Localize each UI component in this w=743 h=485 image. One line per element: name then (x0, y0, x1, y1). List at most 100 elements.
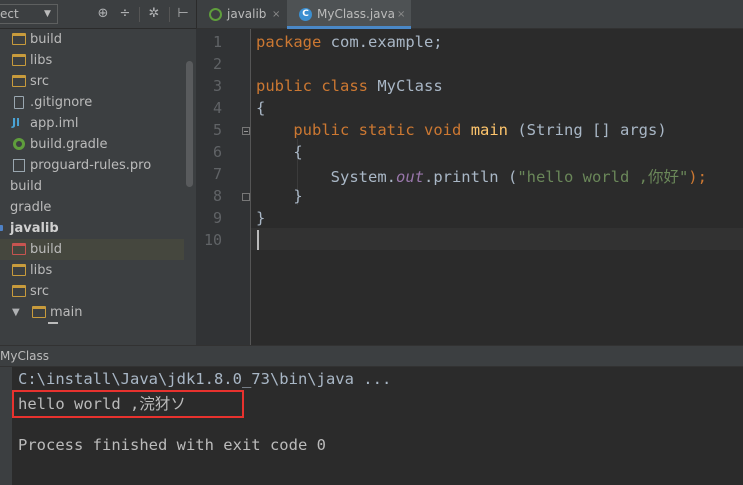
tree-item-gradle[interactable]: gradle (0, 197, 184, 218)
tree-scrollbar[interactable] (184, 29, 196, 345)
code-text: } (293, 187, 303, 205)
folder-icon (12, 75, 26, 87)
toolbar-divider (169, 7, 170, 22)
console-line: C:\install\Java\jdk1.8.0_73\bin\java ... (18, 370, 392, 388)
tree-item-label: main (50, 305, 83, 320)
folder-icon (12, 54, 26, 66)
run-panel-title: MyClass (0, 349, 50, 363)
expand-triangle-icon[interactable]: ▼ (12, 302, 20, 323)
scrollbar-thumb[interactable] (186, 61, 193, 187)
keyword: public (293, 121, 350, 139)
code-text: ); (688, 168, 707, 186)
tree-item-javalib-src[interactable]: src (0, 281, 184, 302)
tree-item-label: libs (30, 263, 53, 278)
tree-item-label: src (30, 284, 49, 299)
tree-item-src[interactable]: src (0, 71, 184, 92)
tree-item-label: src (30, 74, 49, 89)
tab-myclass-java[interactable]: C MyClass.java × (287, 0, 411, 29)
project-tree: build libs src .gitignore Jl app.iml bui… (0, 29, 196, 345)
tree-item-app-iml[interactable]: Jl app.iml (0, 113, 184, 134)
code-line-1: package com.example; (256, 33, 443, 51)
code-line-9: } (256, 209, 265, 227)
line-number: 3 (212, 77, 222, 95)
hide-panel-icon[interactable]: ⊢ (175, 6, 191, 22)
highlight-box (12, 390, 244, 418)
tree-item-javalib-build[interactable]: build (0, 239, 184, 260)
gear-icon[interactable]: ✲ (146, 6, 162, 22)
globe-target-icon[interactable]: ⊕ (95, 6, 111, 22)
code-line-6: { (256, 143, 303, 161)
run-panel-side-toolbar (0, 367, 12, 485)
gradle-file-icon (13, 138, 25, 150)
excluded-folder-icon (12, 243, 26, 255)
tree-item-root-build[interactable]: build (0, 176, 184, 197)
keyword: package (256, 33, 322, 51)
tab-javalib[interactable]: javalib × (197, 0, 287, 29)
module-icon (0, 225, 3, 231)
code-text: .println ( (423, 168, 518, 186)
code-text: { (293, 143, 303, 161)
line-number: 9 (212, 209, 222, 227)
console-line: Process finished with exit code 0 (18, 436, 326, 454)
line-number: 5 (212, 121, 222, 139)
code-editor[interactable]: package com.example; public class MyClas… (251, 29, 743, 345)
fold-marker-icon[interactable] (242, 127, 250, 135)
code-line-4: { (256, 99, 265, 117)
tree-item-javalib[interactable]: javalib (0, 218, 184, 239)
collapse-all-icon[interactable]: ÷ (117, 6, 133, 22)
folder-icon (12, 33, 26, 45)
class-icon: C (299, 8, 312, 21)
tab-label: javalib (227, 7, 267, 21)
tree-item-build[interactable]: build (0, 29, 184, 50)
tree-item-gitignore[interactable]: .gitignore (0, 92, 184, 113)
tree-item-main[interactable]: ▼ main (0, 302, 184, 324)
fold-end-icon[interactable] (242, 193, 250, 201)
keyword: class (321, 77, 369, 95)
tree-item-label: gradle (10, 200, 52, 215)
line-number: 4 (212, 99, 222, 117)
folder-icon (12, 264, 26, 276)
close-icon[interactable]: × (397, 0, 405, 29)
code-text: com.example; (321, 33, 443, 51)
tree-item-build-gradle[interactable]: build.gradle (0, 134, 184, 155)
tree-item-libs[interactable]: libs (0, 50, 184, 71)
tree-item-proguard[interactable]: proguard-rules.pro (0, 155, 184, 176)
toolbar-divider (139, 7, 140, 22)
project-view-selector[interactable]: ect ▼ (0, 4, 58, 24)
line-number: 10 (203, 231, 222, 249)
keyword: public (256, 77, 312, 95)
run-console[interactable]: C:\install\Java\jdk1.8.0_73\bin\java ...… (12, 367, 743, 485)
tree-item-label: .gitignore (30, 95, 93, 110)
code-line-8: } (256, 187, 303, 205)
function-name: main (470, 121, 509, 139)
keyword: void (424, 121, 462, 139)
project-view-label: ect (0, 7, 19, 21)
string-literal: "hello world ,你好" (517, 168, 689, 186)
line-number: 7 (212, 165, 222, 183)
text-caret (257, 230, 259, 250)
folder-icon (32, 306, 46, 318)
properties-file-icon (13, 159, 25, 172)
line-number: 6 (212, 143, 222, 161)
tree-item-label: build.gradle (30, 137, 108, 152)
current-line-highlight (251, 228, 743, 250)
code-line-5: public static void main (String [] args) (256, 121, 667, 139)
code-text: { (256, 99, 266, 117)
code-text: (String [] args) (508, 121, 667, 139)
tree-item-javalib-libs[interactable]: libs (0, 260, 184, 281)
partial-folder-icon (48, 322, 58, 324)
tree-item-label: proguard-rules.pro (30, 158, 152, 173)
tree-item-label: javalib (10, 221, 59, 236)
tree-item-label: build (30, 242, 62, 257)
code-line-3: public class MyClass (256, 77, 443, 95)
editor-gutter: 1 2 3 4 5 6 7 8 9 10 (196, 29, 251, 345)
code-text: System. (330, 168, 396, 186)
static-field: out (395, 168, 424, 186)
file-icon (14, 96, 24, 109)
tree-item-label: build (30, 32, 62, 47)
line-number: 1 (212, 33, 222, 51)
code-text: } (256, 209, 266, 227)
close-icon[interactable]: × (272, 0, 280, 29)
tree-item-label: app.iml (30, 116, 79, 131)
chevron-down-icon: ▼ (44, 9, 51, 19)
